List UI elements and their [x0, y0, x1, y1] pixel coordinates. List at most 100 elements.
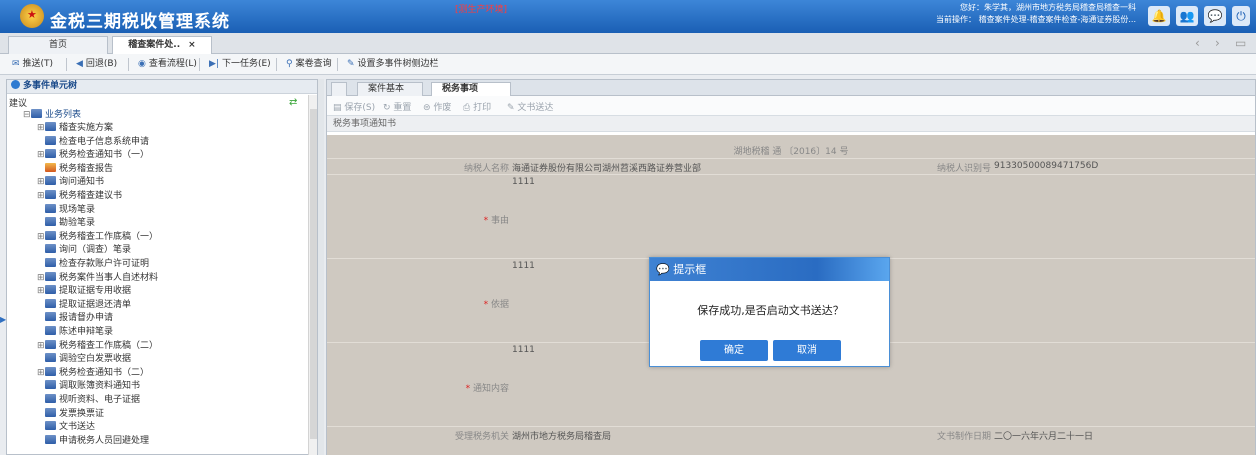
- tree-scrollbar-thumb[interactable]: [310, 109, 317, 439]
- eye-icon: ◉: [138, 59, 146, 69]
- user-info: 您好：朱学其，湖州市地方税务局稽查局稽查一科 当前操作： 稽查案件处理-稽查案件…: [936, 2, 1136, 26]
- tab-case-handling[interactable]: 稽查案件处.. ×: [112, 36, 212, 54]
- tree-item-label: 检查存款账户许可证明: [59, 259, 150, 269]
- tree-item[interactable]: ⊞ 税务稽查工作底稿（二）: [37, 339, 158, 353]
- expand-icon[interactable]: ⊞: [37, 367, 45, 380]
- expand-icon[interactable]: ⊞: [37, 340, 45, 353]
- document-icon: [45, 394, 56, 403]
- tree-item-label: 税务检查通知书（一）: [59, 150, 150, 161]
- expand-icon[interactable]: ⊞: [37, 285, 45, 298]
- tab-prev-arrow-icon[interactable]: ‹: [1195, 36, 1200, 50]
- tree-item[interactable]: ⊞ 税务案件当事人自述材料: [37, 271, 158, 285]
- tree-item[interactable]: 勘验笔录: [37, 217, 95, 230]
- taxpayer-id-value: 91330500089471756D: [994, 161, 1099, 171]
- sidebar-settings-button[interactable]: ✎ 设置多事件树侧边栏: [343, 56, 443, 72]
- dialog-header: 💬 提示框: [650, 258, 889, 281]
- expand-icon[interactable]: ⊞: [37, 122, 45, 135]
- restore-window-icon[interactable]: ▭: [1235, 36, 1246, 50]
- rollback-button-label: 回退(B): [85, 59, 118, 69]
- reset-button[interactable]: ↻ 重置: [383, 100, 411, 113]
- panel-splitter[interactable]: [318, 79, 324, 455]
- next-task-button[interactable]: ▶| 下一任务(E): [205, 56, 275, 72]
- edit-icon: ✎: [347, 59, 355, 69]
- tree-item[interactable]: 发票换票证: [37, 407, 104, 421]
- tree-item[interactable]: 税务稽查报告: [37, 162, 113, 176]
- refresh-icon[interactable]: ⇄: [289, 97, 297, 108]
- expand-icon[interactable]: ⊞: [37, 176, 45, 189]
- close-icon[interactable]: ×: [188, 40, 196, 50]
- tab-scroll-left-icon[interactable]: [331, 82, 347, 96]
- rollback-button[interactable]: ◀ 回退(B): [72, 56, 121, 72]
- tree-item[interactable]: ⊞ 提取证据专用收据: [37, 285, 131, 298]
- notice-content-field[interactable]: 1111: [512, 345, 535, 355]
- tree-group-business-list[interactable]: ⊟ 业务列表: [23, 109, 81, 122]
- tree-item[interactable]: 申请税务人员回避处理: [37, 434, 149, 448]
- reason-field[interactable]: 1111: [512, 177, 535, 187]
- tree-item[interactable]: ⊞ 税务检查通知书（一）: [37, 149, 149, 162]
- tree-item[interactable]: 视听资料、电子证据: [37, 394, 140, 407]
- divider: [337, 58, 338, 71]
- tree-item[interactable]: 现场笔录: [37, 203, 96, 217]
- search-icon: ⚲: [286, 59, 293, 69]
- tree-item-label: 稽查实施方案: [59, 123, 114, 133]
- print-button[interactable]: ⎙ 打印: [463, 100, 491, 113]
- tree-item[interactable]: 调验空白发票收据: [37, 353, 131, 366]
- document-delivery-button[interactable]: ✎ 文书送达: [507, 100, 553, 113]
- tree-item-label: 询问（调查）笔录: [59, 245, 132, 256]
- chat-icon[interactable]: 💬: [1204, 6, 1226, 26]
- tab-case-info[interactable]: 案件基本信..: [357, 82, 423, 107]
- cancel-button[interactable]: 取消: [773, 340, 841, 361]
- tree-item[interactable]: 检查存款账户许可证明: [37, 258, 149, 271]
- bell-icon[interactable]: 🔔: [1148, 6, 1170, 26]
- tab-home[interactable]: 首页: [8, 36, 108, 54]
- document-tab-bar: 案件基本信.. 税务事项通..×: [327, 80, 1255, 107]
- document-icon: [45, 366, 56, 376]
- expand-icon[interactable]: ⊞: [37, 231, 45, 244]
- document-tree: 建议 ⇄ ⊟ 业务列表 ⊞ 稽查实施方案 检查电子信息系统申请 ⊞ 税务检查通知书（一） 税…: [7, 95, 309, 455]
- document-toolbar: ▤ 保存(S) ↻ 重置 ⊜ 作废 ⎙ 打印 ✎ 文书送达: [327, 96, 1255, 116]
- tree-root-label: 建议: [9, 99, 28, 109]
- basis-field[interactable]: 1111: [512, 261, 535, 271]
- tab-next-arrow-icon[interactable]: ›: [1215, 36, 1220, 50]
- tab-tax-notice[interactable]: 税务事项通..×: [431, 82, 511, 107]
- tree-item[interactable]: 陈述申辩笔录: [37, 326, 113, 339]
- title-bar: ★ 金税三期税收管理系统 [测生产环境] 您好：朱学其，湖州市地方税务局稽查局稽…: [0, 0, 1256, 33]
- collapse-icon[interactable]: ⊟: [23, 109, 31, 122]
- tree-item-label: 报请督办申请: [59, 313, 114, 324]
- tree-item[interactable]: ⊞ 税务检查通知书（二）: [37, 366, 149, 380]
- expand-icon[interactable]: ⊞: [37, 272, 45, 285]
- tree-item[interactable]: ⊞ 税务稽查工作底稿（一）: [37, 230, 158, 244]
- tax-authority-value: 湖州市地方税务局稽查局: [512, 432, 612, 442]
- expand-icon[interactable]: ⊞: [37, 190, 45, 203]
- tree-item[interactable]: 检查电子信息系统申请: [37, 135, 149, 149]
- case-query-button-label: 案卷查询: [295, 59, 332, 69]
- tree-item[interactable]: 文书送达: [37, 421, 95, 434]
- prompt-dialog: 💬 提示框 保存成功,是否启动文书送达？ 确定 取消: [649, 257, 890, 367]
- tree-item[interactable]: ⊞ 税务稽查建议书: [37, 190, 122, 203]
- expand-left-icon[interactable]: ▶: [0, 315, 6, 324]
- expand-icon[interactable]: ⊞: [37, 149, 45, 162]
- tree-item-label: 现场笔录: [59, 204, 96, 215]
- sidebar-settings-label: 设置多事件树侧边栏: [357, 59, 439, 69]
- void-button[interactable]: ⊜ 作废: [423, 100, 451, 113]
- document-icon: [45, 176, 56, 186]
- tree-header-label: 多事件单元树: [23, 81, 78, 91]
- tree-item-label: 调验空白发票收据: [59, 354, 132, 365]
- users-icon[interactable]: 👥: [1176, 6, 1198, 26]
- tree-item[interactable]: 报请督办申请: [37, 312, 113, 325]
- tree-item[interactable]: 提取证据退还清单: [37, 298, 131, 312]
- view-flow-button-label: 查看流程(L): [148, 59, 197, 69]
- confirm-button[interactable]: 确定: [700, 340, 768, 361]
- view-flow-button[interactable]: ◉ 查看流程(L): [134, 56, 201, 72]
- tree-item[interactable]: 询问（调查）笔录: [37, 244, 131, 257]
- power-icon[interactable]: ⏻: [1232, 6, 1250, 26]
- tree-item[interactable]: 调取账簿资料通知书: [37, 380, 140, 393]
- notice-content-label-text: 通知内容: [472, 384, 509, 394]
- document-icon: [45, 122, 56, 131]
- case-query-button[interactable]: ⚲ 案卷查询: [282, 56, 336, 72]
- save-button[interactable]: ▤ 保存(S): [333, 100, 375, 113]
- tree-item[interactable]: ⊞ 询问通知书: [37, 176, 104, 189]
- tree-item[interactable]: ⊞ 稽查实施方案: [37, 122, 113, 135]
- push-button[interactable]: ✉ 推送(T): [8, 56, 57, 72]
- tree-scrollbar[interactable]: [308, 95, 317, 455]
